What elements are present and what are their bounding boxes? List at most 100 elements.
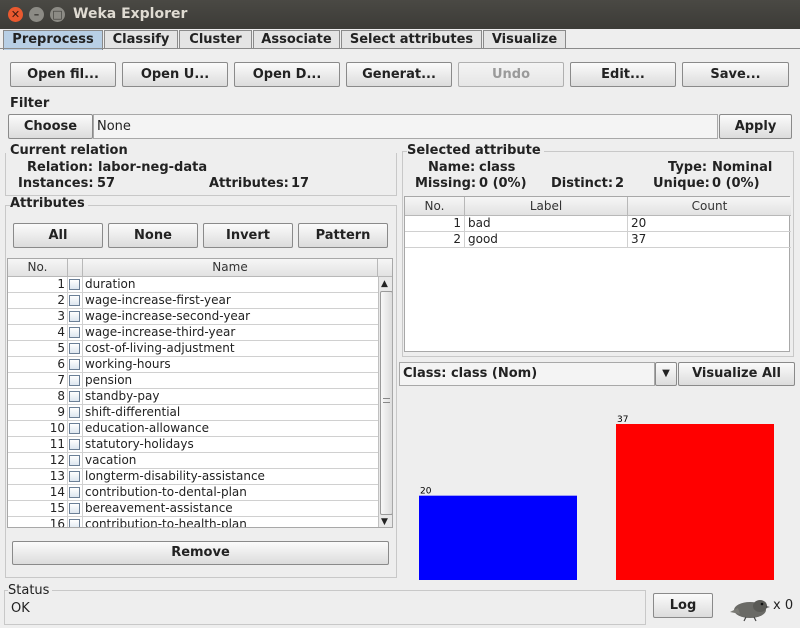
attribute-checkbox-cell[interactable] [68,293,83,309]
class-select[interactable]: Class: class (Nom) [399,362,655,386]
generate-button[interactable]: Generat... [346,62,452,87]
select-none-button[interactable]: None [108,223,198,248]
tab-select-attributes[interactable]: Select attributes [341,30,482,49]
attribute-checkbox[interactable] [69,375,80,386]
table-row[interactable]: 15 bereavement-assistance [8,501,378,517]
grip-icon [383,398,390,403]
attribute-checkbox-cell[interactable] [68,357,83,373]
table-row[interactable]: 2 good 37 [405,232,791,248]
pattern-button[interactable]: Pattern [298,223,388,248]
attribute-no: 3 [8,309,68,325]
table-row[interactable]: 8 standby-pay [8,389,378,405]
labels-col-label[interactable]: Label [465,197,628,216]
table-row[interactable]: 14 contribution-to-dental-plan [8,485,378,501]
attribute-name: bereavement-assistance [83,501,378,517]
open-url-button[interactable]: Open U... [122,62,228,87]
tab-cluster[interactable]: Cluster [179,30,252,49]
log-button[interactable]: Log [653,593,713,618]
invert-selection-button[interactable]: Invert [203,223,293,248]
attribute-checkbox[interactable] [69,359,80,370]
missing-value: 0 (0%) [479,176,527,191]
attribute-no: 8 [8,389,68,405]
close-window-button[interactable]: ✕ [8,7,23,22]
attributes-scrollbar[interactable]: ▲ ▼ [378,277,392,527]
attribute-checkbox[interactable] [69,295,80,306]
class-dropdown-arrow-icon[interactable]: ▼ [655,362,677,386]
attribute-checkbox-cell[interactable] [68,501,83,517]
attribute-checkbox-cell[interactable] [68,437,83,453]
attributes-col-name[interactable]: Name [83,259,378,277]
selected-attribute-label: Selected attribute [407,143,544,158]
attribute-checkbox[interactable] [69,455,80,466]
attribute-checkbox-cell[interactable] [68,341,83,357]
tab-associate[interactable]: Associate [253,30,340,49]
tab-visualize[interactable]: Visualize [483,30,566,49]
table-row[interactable]: 7 pension [8,373,378,389]
attribute-checkbox[interactable] [69,311,80,322]
tab-preprocess[interactable]: Preprocess [3,30,103,50]
attribute-checkbox[interactable] [69,487,80,498]
table-row[interactable]: 1 bad 20 [405,216,791,232]
filter-field[interactable]: None [93,114,718,139]
maximize-window-button[interactable]: □ [50,7,65,22]
table-row[interactable]: 2 wage-increase-first-year [8,293,378,309]
attribute-checkbox[interactable] [69,391,80,402]
edit-button[interactable]: Edit... [570,62,676,87]
table-row[interactable]: 11 statutory-holidays [8,437,378,453]
attribute-checkbox-cell[interactable] [68,373,83,389]
class-distribution-chart: 2037 [419,415,774,580]
attributes-col-no[interactable]: No. [8,259,68,277]
table-row[interactable]: 10 education-allowance [8,421,378,437]
attribute-checkbox[interactable] [69,439,80,450]
table-row[interactable]: 16 contribution-to-health-plan [8,517,378,527]
open-file-button[interactable]: Open fil... [10,62,116,87]
open-db-button[interactable]: Open D... [234,62,340,87]
attribute-checkbox[interactable] [69,407,80,418]
weka-bird-icon[interactable] [726,596,770,622]
remove-button[interactable]: Remove [12,541,389,565]
scroll-down-arrow-icon[interactable]: ▼ [381,517,388,527]
visualize-all-button[interactable]: Visualize All [678,362,795,386]
attribute-checkbox-cell[interactable] [68,405,83,421]
attribute-checkbox-cell[interactable] [68,325,83,341]
scrollbar-thumb[interactable] [380,291,392,515]
table-row[interactable]: 13 longterm-disability-assistance [8,469,378,485]
labels-col-no[interactable]: No. [405,197,465,216]
apply-filter-button[interactable]: Apply [719,114,792,139]
attribute-checkbox[interactable] [69,423,80,434]
select-all-button[interactable]: All [13,223,103,248]
missing-label: Missing: [415,176,477,191]
table-row[interactable]: 6 working-hours [8,357,378,373]
table-row[interactable]: 9 shift-differential [8,405,378,421]
attribute-checkbox-cell[interactable] [68,309,83,325]
save-button[interactable]: Save... [682,62,789,87]
attribute-no: 10 [8,421,68,437]
attributes-col-check[interactable] [68,259,83,277]
attribute-checkbox-cell[interactable] [68,469,83,485]
labels-col-count[interactable]: Count [628,197,791,216]
attribute-name: cost-of-living-adjustment [83,341,378,357]
attribute-checkbox[interactable] [69,503,80,514]
attribute-checkbox-cell[interactable] [68,453,83,469]
attribute-name: contribution-to-health-plan [83,517,378,527]
undo-button[interactable]: Undo [458,62,564,87]
attribute-checkbox-cell[interactable] [68,389,83,405]
tab-classify[interactable]: Classify [104,30,178,49]
minimize-window-button[interactable]: – [29,7,44,22]
attribute-checkbox[interactable] [69,343,80,354]
attribute-checkbox[interactable] [69,519,80,527]
attribute-checkbox-cell[interactable] [68,517,83,527]
attribute-checkbox[interactable] [69,471,80,482]
table-row[interactable]: 5 cost-of-living-adjustment [8,341,378,357]
attribute-checkbox[interactable] [69,327,80,338]
table-row[interactable]: 12 vacation [8,453,378,469]
attribute-checkbox-cell[interactable] [68,277,83,293]
scroll-up-arrow-icon[interactable]: ▲ [381,279,388,289]
table-row[interactable]: 4 wage-increase-third-year [8,325,378,341]
choose-filter-button[interactable]: Choose [8,114,93,139]
attribute-checkbox-cell[interactable] [68,421,83,437]
attribute-checkbox[interactable] [69,279,80,290]
table-row[interactable]: 3 wage-increase-second-year [8,309,378,325]
table-row[interactable]: 1 duration [8,277,378,293]
attribute-checkbox-cell[interactable] [68,485,83,501]
